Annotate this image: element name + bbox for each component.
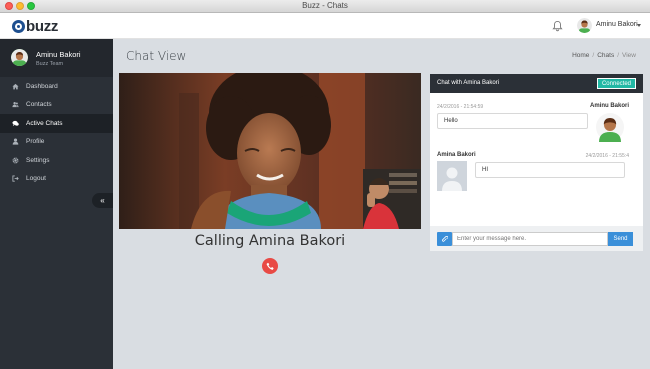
app-window: Buzz - Chats buzz Aminu Bakori Aminu Bak… xyxy=(0,0,650,369)
sidebar-item-label: Active Chats xyxy=(26,119,63,127)
sidebar-item-profile[interactable]: Profile xyxy=(0,133,113,152)
main-content: Chat View Home / Chats / View Calling Am… xyxy=(113,39,650,369)
sidebar-profile: Aminu Bakori Buzz Team xyxy=(0,39,113,77)
sidebar-item-label: Profile xyxy=(26,138,45,146)
sidebar-user-team: Buzz Team xyxy=(36,61,64,67)
sidebar-item-dashboard[interactable]: Dashboard xyxy=(0,77,113,96)
send-button[interactable]: Send xyxy=(608,232,633,246)
sidebar: Aminu Bakori Buzz Team Dashboard Contact… xyxy=(0,39,113,369)
sidebar-item-settings[interactable]: Settings xyxy=(0,151,113,170)
sidebar-item-label: Settings xyxy=(26,156,50,164)
avatar xyxy=(11,49,28,66)
sidebar-menu: Dashboard Contacts Active Chats Profile … xyxy=(0,77,113,188)
sidebar-user-name: Aminu Bakori xyxy=(36,50,81,59)
phone-icon xyxy=(266,262,274,270)
breadcrumb-home[interactable]: Home xyxy=(572,52,589,59)
status-badge: Connected xyxy=(596,78,636,89)
avatar-placeholder xyxy=(437,161,467,191)
message-bubble: Hello xyxy=(437,113,588,129)
hang-up-button[interactable] xyxy=(262,258,278,274)
chat-composer: Send xyxy=(430,226,643,251)
collapse-sidebar-button[interactable]: « xyxy=(92,193,113,208)
calling-status: Calling Amina Bakori xyxy=(194,233,346,249)
sidebar-item-logout[interactable]: Logout xyxy=(0,170,113,189)
message-sender: Amina Bakori xyxy=(437,152,476,158)
chat-icon xyxy=(12,120,19,126)
window-title: Buzz - Chats xyxy=(302,1,348,10)
message-sender: Aminu Bakori xyxy=(589,103,629,109)
chevron-down-icon[interactable] xyxy=(637,24,641,27)
home-icon xyxy=(12,83,19,90)
page-title: Chat View xyxy=(126,49,187,63)
top-navbar: buzz Aminu Bakori xyxy=(0,13,650,39)
message-time: 24/2/2016 - 21:55:4 xyxy=(585,153,629,159)
chat-header: Chat with Amina Bakori Connected xyxy=(430,74,643,93)
user-avatar[interactable] xyxy=(577,18,592,33)
breadcrumb: Home / Chats / View xyxy=(572,52,636,59)
bell-icon[interactable] xyxy=(552,20,563,32)
title-bar: Buzz - Chats xyxy=(0,0,650,13)
attach-button[interactable] xyxy=(437,232,452,246)
avatar xyxy=(596,113,624,142)
chat-title: Chat with Amina Bakori xyxy=(437,80,500,86)
gear-icon xyxy=(12,157,19,164)
sidebar-item-label: Logout xyxy=(26,175,46,183)
double-chevron-left-icon: « xyxy=(100,196,105,205)
app-logo[interactable]: buzz xyxy=(12,17,58,35)
breadcrumb-chats[interactable]: Chats xyxy=(597,52,614,59)
sidebar-item-label: Dashboard xyxy=(26,82,58,90)
message-input[interactable] xyxy=(452,232,608,246)
chat-panel: Chat with Amina Bakori Connected 24/2/20… xyxy=(430,74,643,251)
user-icon xyxy=(12,138,19,145)
logout-icon xyxy=(12,175,19,182)
paperclip-icon xyxy=(441,235,448,242)
user-menu-name[interactable]: Aminu Bakori xyxy=(596,21,638,28)
sidebar-item-label: Contacts xyxy=(26,101,52,109)
logo-icon xyxy=(12,19,25,33)
video-call-feed xyxy=(119,73,421,229)
sidebar-item-active-chats[interactable]: Active Chats xyxy=(0,114,113,133)
message-time: 24/2/2016 - 21:54:59 xyxy=(437,104,484,110)
logo-text: buzz xyxy=(26,17,59,35)
sidebar-item-contacts[interactable]: Contacts xyxy=(0,96,113,115)
breadcrumb-current: View xyxy=(622,52,636,59)
message-bubble: HI xyxy=(475,162,625,178)
users-icon xyxy=(12,102,19,108)
